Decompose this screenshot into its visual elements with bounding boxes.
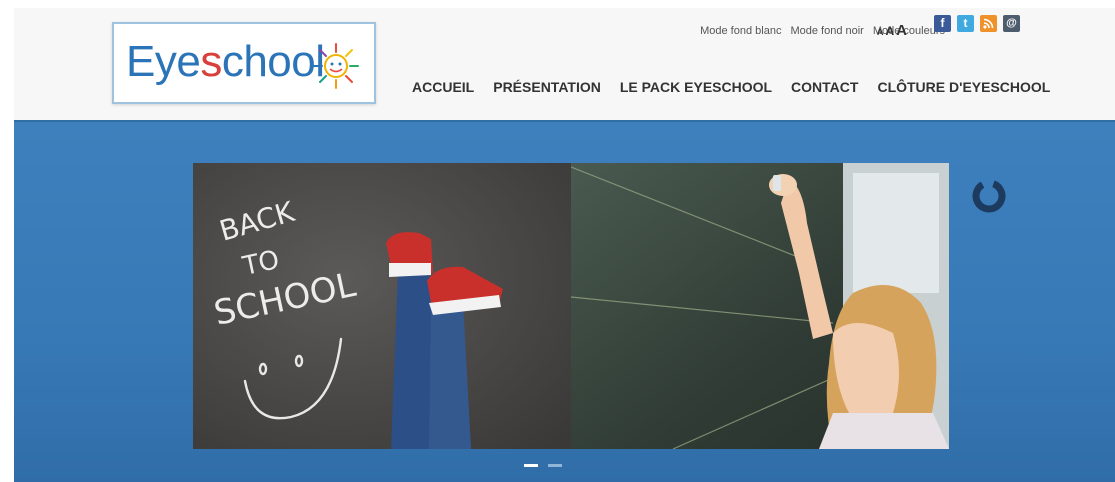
sun-icon — [313, 43, 359, 89]
font-size-small[interactable]: A — [877, 27, 884, 37]
rss-icon[interactable] — [980, 15, 997, 32]
nav-item-presentation[interactable]: PRÉSENTATION — [493, 79, 601, 95]
social-links: f t @ — [934, 15, 1020, 32]
slide-image[interactable]: BACK TO SCHOOL — [193, 163, 949, 449]
facebook-icon[interactable]: f — [934, 15, 951, 32]
twitter-icon[interactable]: t — [957, 15, 974, 32]
display-mode-links: Mode fond blanc Mode fond noir Mode coul… — [700, 25, 945, 37]
logo-text: Eyeschool — [126, 37, 325, 86]
site-header: Eyeschool Mode fond blanc Mode fond noir… — [14, 8, 1115, 122]
slider-dot-1[interactable] — [524, 464, 538, 467]
nav-item-pack[interactable]: LE PACK EYESCHOOL — [620, 79, 772, 95]
font-size-medium[interactable]: A — [886, 24, 895, 38]
font-size-large[interactable]: A — [896, 22, 907, 39]
nav-item-accueil[interactable]: ACCUEIL — [412, 79, 474, 95]
slider-dot-2[interactable] — [548, 464, 562, 467]
hero-banner: BACK TO SCHOOL — [14, 122, 1115, 482]
font-size-controls: A A A — [877, 22, 907, 39]
email-icon[interactable]: @ — [1003, 15, 1020, 32]
loading-spinner-icon — [972, 179, 1006, 213]
slide-illustration: BACK TO SCHOOL — [193, 163, 949, 449]
main-nav: ACCUEIL PRÉSENTATION LE PACK EYESCHOOL C… — [412, 79, 1050, 95]
mode-black-link[interactable]: Mode fond noir — [790, 25, 863, 37]
slider-pagination — [524, 464, 562, 467]
page: Eyeschool Mode fond blanc Mode fond noir… — [14, 8, 1115, 482]
nav-item-cloture[interactable]: CLÔTURE D'EYESCHOOL — [877, 79, 1050, 95]
site-logo[interactable]: Eyeschool — [112, 22, 376, 104]
mode-white-link[interactable]: Mode fond blanc — [700, 25, 781, 37]
nav-item-contact[interactable]: CONTACT — [791, 79, 858, 95]
